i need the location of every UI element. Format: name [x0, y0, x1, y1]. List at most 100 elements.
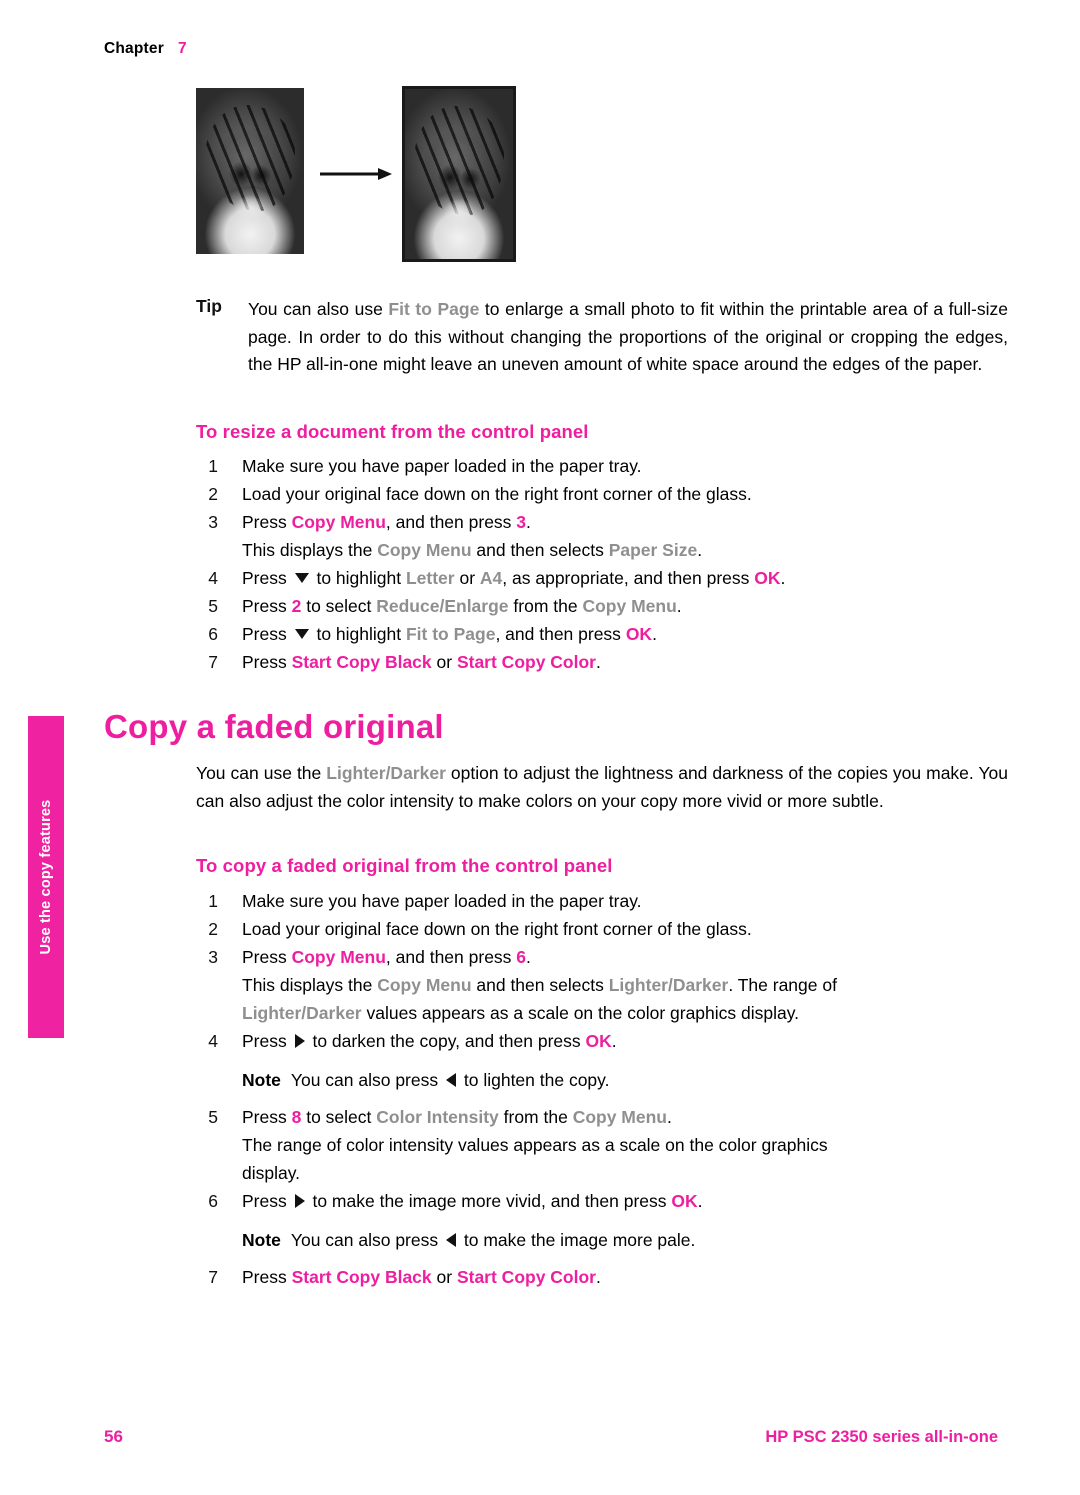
side-tab-label: Use the copy features	[38, 799, 54, 955]
press-word: Press	[242, 1191, 287, 1211]
step-number: 6	[208, 1191, 218, 1211]
right-arrow-icon	[320, 168, 392, 180]
letter-token: Letter	[405, 568, 455, 588]
list-item: 7 Press Start Copy Black or Start Copy C…	[196, 1263, 1016, 1291]
connector: from the	[508, 596, 583, 616]
intro-c: option to adjust the lightness and darkn…	[445, 763, 833, 783]
sub-b: and then selects	[471, 540, 609, 560]
page-title-copy-faded: Copy a faded original	[104, 708, 444, 745]
section-heading-resize: To resize a document from the control pa…	[196, 421, 589, 442]
period: .	[697, 540, 703, 560]
note-text: You can also press	[290, 1230, 439, 1250]
lighter-darker-token: Lighter/Darker	[242, 1003, 362, 1023]
connector: to select	[301, 1107, 377, 1127]
chapter-label: Chapter	[104, 40, 164, 57]
photo-original	[196, 88, 304, 254]
intro-line3: more vivid or more subtle.	[682, 790, 884, 811]
key-6: 6	[516, 947, 527, 967]
list-item: 2 Load your original face down on the ri…	[196, 915, 1016, 943]
period: .	[697, 1191, 703, 1211]
step-subtext: The range of color intensity values appe…	[242, 1131, 1016, 1159]
connector: , and then press	[385, 512, 517, 532]
list-item: 5 Press 2 to select Reduce/Enlarge from …	[196, 592, 1016, 620]
page-number: 56	[104, 1427, 123, 1446]
arrow-down-icon	[294, 573, 309, 584]
copy-menu-gray: Copy Menu	[582, 596, 677, 616]
copy-menu-gray: Copy Menu	[572, 1107, 667, 1127]
list-item: 4 Press to highlight Letter or A4, as ap…	[196, 564, 1016, 592]
copy-menu-gray: Copy Menu	[377, 540, 472, 560]
photo-enlarged	[402, 86, 516, 262]
step-subtext: This displays the Copy Menu and then sel…	[242, 536, 1016, 564]
range-line1: The range of color intensity values appe…	[242, 1135, 828, 1155]
arrow-right-icon	[294, 1034, 305, 1049]
a4-token: A4	[479, 568, 503, 588]
paper-size-token: Paper Size	[608, 540, 698, 560]
tip-body: You can also use Fit to Page to enlarge …	[248, 296, 1008, 379]
step-text: Press Start Copy Black or Start Copy Col…	[242, 1267, 601, 1287]
step-text: Press 8 to select Color Intensity from t…	[242, 1107, 672, 1127]
steps-resize-document: 1 Make sure you have paper loaded in the…	[196, 452, 1016, 676]
start-copy-color-token: Start Copy Color	[456, 652, 596, 672]
figure-resize-example	[196, 86, 756, 268]
list-item: 4 Press to darken the copy, and then pre…	[196, 1027, 1016, 1094]
note-text: You can also press	[290, 1070, 439, 1090]
arrow-left-icon	[446, 1233, 456, 1248]
steps-copy-faded: 1 Make sure you have paper loaded in the…	[196, 887, 1016, 1291]
list-item: 1 Make sure you have paper loaded in the…	[196, 887, 1016, 915]
start-copy-color-token: Start Copy Color	[456, 1267, 596, 1287]
step-text: Press 2 to select Reduce/Enlarge from th…	[242, 596, 682, 616]
step-number: 6	[208, 624, 218, 644]
step-number: 3	[208, 947, 218, 967]
step-number: 7	[208, 1267, 218, 1287]
arrow-down-icon	[294, 629, 309, 640]
step-text: Make sure you have paper loaded in the p…	[242, 891, 642, 911]
period: .	[676, 596, 682, 616]
press-word: Press	[242, 568, 287, 588]
step-text: Press to make the image more vivid, and …	[242, 1191, 703, 1211]
step-text: Load your original face down on the righ…	[242, 484, 752, 504]
note-label: Note	[242, 1230, 281, 1250]
connector: from the	[498, 1107, 573, 1127]
step-text: Press to highlight Letter or A4, as appr…	[242, 568, 785, 588]
connector: to highlight	[311, 568, 406, 588]
tip-fit-to-page: Fit to Page	[388, 299, 480, 319]
document-page: Chapter 7 Use the copy features Tip You c…	[0, 0, 1080, 1495]
note-block: Note You can also press to lighten the co…	[242, 1066, 1016, 1094]
chapter-header: Chapter 7	[104, 40, 187, 58]
list-item: 6 Press to make the image more vivid, an…	[196, 1187, 1016, 1254]
step-number: 1	[208, 456, 218, 476]
connector: to highlight	[311, 624, 406, 644]
note-block: Note You can also press to make the image…	[242, 1226, 1016, 1254]
key-3: 3	[516, 512, 527, 532]
connector: to make the image more vivid, and then p…	[307, 1191, 672, 1211]
press-word: Press	[242, 1107, 287, 1127]
ok-token: OK	[671, 1191, 698, 1211]
color-intensity-token: Color Intensity	[376, 1107, 499, 1127]
lighter-darker-token: Lighter/Darker	[326, 763, 446, 783]
period: .	[526, 512, 531, 532]
step-text: Make sure you have paper loaded in the p…	[242, 456, 642, 476]
step-number: 4	[208, 568, 218, 588]
start-copy-black-token: Start Copy Black	[291, 652, 432, 672]
ok-token: OK	[754, 568, 781, 588]
press-word: Press	[242, 1031, 287, 1051]
or-word: or	[431, 1267, 457, 1287]
period: .	[611, 1031, 617, 1051]
list-item: 7 Press Start Copy Black or Start Copy C…	[196, 648, 1016, 676]
step-text: Press Copy Menu, and then press 6.	[242, 947, 531, 967]
period: .	[667, 1107, 672, 1127]
or-word: or	[454, 568, 480, 588]
sub-d: values appears as a scale on the color g…	[361, 1003, 800, 1023]
list-item: 5 Press 8 to select Color Intensity from…	[196, 1103, 1016, 1187]
lighter-darker-token: Lighter/Darker	[608, 975, 729, 995]
note-text-end: to lighten the copy.	[463, 1070, 610, 1090]
note-text-end: to make the image more pale.	[463, 1230, 696, 1250]
tip-block: Tip You can also use Fit to Page to enla…	[196, 296, 1008, 379]
ok-token: OK	[625, 624, 653, 644]
connector: , and then press	[385, 947, 517, 967]
step-text: Press Start Copy Black or Start Copy Col…	[242, 652, 601, 672]
side-tab: Use the copy features	[28, 716, 64, 1038]
press-word: Press	[242, 512, 287, 532]
step-text: Press Copy Menu, and then press 3.	[242, 512, 531, 532]
